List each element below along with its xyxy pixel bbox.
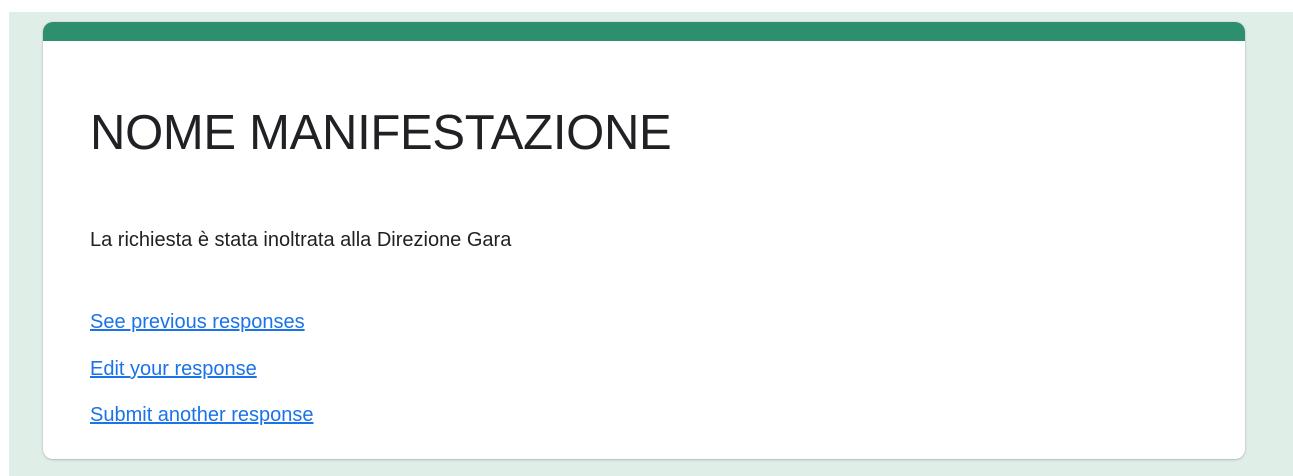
form-title: NOME MANIFESTAZIONE <box>90 106 672 160</box>
see-previous-responses-link[interactable]: See previous responses <box>90 309 305 335</box>
submit-another-response-link[interactable]: Submit another response <box>90 402 313 428</box>
confirmation-message: La richiesta è stata inoltrata alla Dire… <box>90 229 512 251</box>
edit-response-link[interactable]: Edit your response <box>90 356 257 382</box>
confirmation-card: NOME MANIFESTAZIONE La richiesta è stata… <box>43 22 1245 459</box>
card-accent-bar <box>43 22 1245 41</box>
